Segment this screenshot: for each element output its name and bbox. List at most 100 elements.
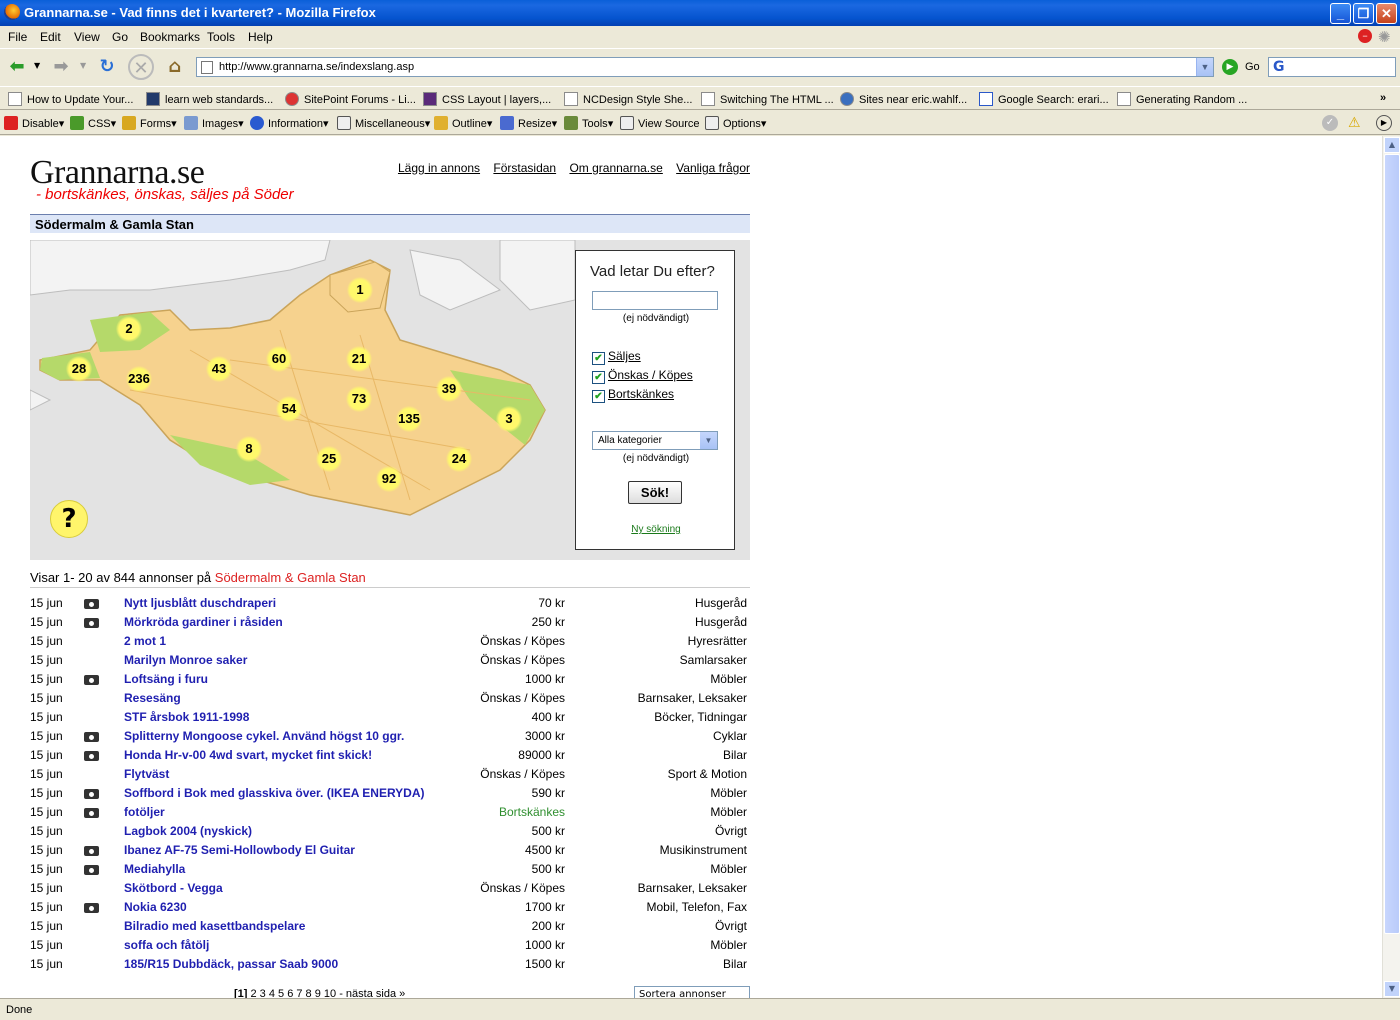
keyword-input[interactable] (592, 291, 718, 310)
maximize-button[interactable]: ❐ (1353, 3, 1374, 24)
validate-icon[interactable]: ✓ (1322, 115, 1338, 131)
checkbox-onskas[interactable]: ✔ Önskas / Köpes (592, 368, 693, 384)
listing-title[interactable]: soffa och fåtölj (124, 938, 209, 952)
help-icon[interactable]: ? (50, 500, 88, 538)
menu-bookmarks[interactable]: Bookmarks (140, 30, 200, 44)
listing-title[interactable]: 185/R15 Dubbdäck, passar Saab 9000 (124, 957, 338, 971)
map-pin[interactable]: 92 (376, 466, 402, 492)
map-pin[interactable]: 3 (496, 406, 522, 432)
menu-go[interactable]: Go (112, 30, 128, 44)
url-dropdown-icon[interactable]: ▼ (1196, 58, 1213, 76)
map-pin[interactable]: 1 (347, 277, 373, 303)
wd-disable[interactable]: Disable▾ (4, 116, 64, 130)
listing-title[interactable]: Honda Hr-v-00 4wd svart, mycket fint ski… (124, 748, 372, 762)
wd-css[interactable]: CSS▾ (70, 116, 116, 130)
wd-view-source[interactable]: View Source (620, 116, 700, 130)
stop-button[interactable]: ✕ (128, 54, 154, 80)
map-pin[interactable]: 236 (126, 366, 152, 392)
menu-tools[interactable]: Tools (207, 30, 235, 44)
url-bar[interactable]: http://www.grannarna.se/indexslang.asp ▼ (196, 57, 1214, 77)
new-search-link[interactable]: Ny sökning (576, 524, 736, 535)
map-pin[interactable]: 28 (66, 356, 92, 382)
bookmark-item[interactable]: Sites near eric.wahlf... (840, 92, 967, 106)
bookmark-item[interactable]: Google Search: erari... (979, 92, 1109, 106)
link-faq[interactable]: Vanliga frågor (676, 161, 750, 175)
checkbox-saljes[interactable]: ✔ Säljes (592, 349, 641, 365)
go-button[interactable]: Go (1245, 61, 1260, 73)
map-pin[interactable]: 8 (236, 436, 262, 462)
link-post-ad[interactable]: Lägg in annons (398, 161, 480, 175)
listing-title[interactable]: Soffbord i Bok med glasskiva över. (IKEA… (124, 786, 425, 800)
map-pin[interactable]: 43 (206, 356, 232, 382)
menu-view[interactable]: View (74, 30, 100, 44)
forward-dropdown-icon[interactable]: ▼ (80, 61, 86, 70)
reload-button[interactable]: ↻ (94, 54, 120, 80)
warning-icon[interactable]: ⚠ (1348, 114, 1361, 131)
listing-title[interactable]: Nokia 6230 (124, 900, 187, 914)
listing-title[interactable]: Resesäng (124, 691, 181, 705)
listing-title[interactable]: Bilradio med kasettbandspelare (124, 919, 305, 933)
bookmark-item[interactable]: Switching The HTML ... (701, 92, 834, 106)
link-home[interactable]: Förstasidan (493, 161, 556, 175)
listing-title[interactable]: Mörkröda gardiner i råsiden (124, 615, 283, 629)
search-button[interactable]: Sök! (628, 481, 682, 504)
link-about[interactable]: Om grannarna.se (569, 161, 662, 175)
listing-title[interactable]: fotöljer (124, 805, 165, 819)
listing-title[interactable]: Lagbok 2004 (nyskick) (124, 824, 252, 838)
vertical-scrollbar[interactable]: ▲ ▼ (1382, 136, 1400, 998)
wd-miscellaneous[interactable]: Miscellaneous▾ (337, 116, 430, 130)
wd-images[interactable]: Images▾ (184, 116, 244, 130)
listing-title[interactable]: Marilyn Monroe saker (124, 653, 247, 667)
menu-file[interactable]: File (8, 30, 27, 44)
bookmarks-overflow-icon[interactable]: » (1380, 92, 1386, 104)
area-map[interactable]: 1 2 28 236 43 60 21 73 54 135 39 3 8 25 … (30, 240, 750, 560)
menu-help[interactable]: Help (248, 30, 273, 44)
back-dropdown-icon[interactable]: ▼ (34, 61, 40, 70)
menu-edit[interactable]: Edit (40, 30, 61, 44)
wd-forms[interactable]: Forms▾ (122, 116, 177, 130)
listing-title[interactable]: Nytt ljusblått duschdraperi (124, 596, 276, 610)
map-pin[interactable]: 24 (446, 446, 472, 472)
listing-title[interactable]: Flytväst (124, 767, 169, 781)
results-area-link[interactable]: Södermalm & Gamla Stan (215, 570, 366, 585)
bookmark-item[interactable]: Generating Random ... (1117, 92, 1247, 106)
minimize-button[interactable]: _ (1330, 3, 1351, 24)
scroll-down-icon[interactable]: ▼ (1384, 981, 1400, 997)
wd-outline[interactable]: Outline▾ (434, 116, 492, 130)
map-pin[interactable]: 21 (346, 346, 372, 372)
bookmark-item[interactable]: NCDesign Style She... (564, 92, 692, 106)
home-button[interactable]: ⌂ (162, 54, 188, 80)
bookmark-item[interactable]: How to Update Your... (8, 92, 133, 106)
map-pin[interactable]: 25 (316, 446, 342, 472)
listing-title[interactable]: 2 mot 1 (124, 634, 166, 648)
wd-options[interactable]: Options▾ (705, 116, 766, 130)
listing-title[interactable]: Ibanez AF-75 Semi-Hollowbody El Guitar (124, 843, 355, 857)
category-select[interactable]: Alla kategorier ▼ (592, 431, 718, 450)
listing-title[interactable]: Skötbord - Vegga (124, 881, 223, 895)
bookmark-item[interactable]: learn web standards... (146, 92, 273, 106)
forward-button[interactable]: ➡ (48, 54, 74, 80)
page-links[interactable]: 2 3 4 5 6 7 8 9 10 - nästa sida » (247, 988, 406, 998)
map-pin[interactable]: 73 (346, 386, 372, 412)
wd-information[interactable]: Information▾ (250, 116, 329, 130)
scroll-up-icon[interactable]: ▲ (1384, 137, 1400, 153)
wd-tools[interactable]: Tools▾ (564, 116, 613, 130)
listing-title[interactable]: Splitterny Mongoose cykel. Använd högst … (124, 729, 404, 743)
play-icon[interactable]: ▶ (1376, 115, 1392, 131)
listing-title[interactable]: STF årsbok 1911-1998 (124, 710, 249, 724)
listing-title[interactable]: Loftsäng i furu (124, 672, 208, 686)
map-pin[interactable]: 54 (276, 396, 302, 422)
sort-select[interactable]: Sortera annonser (634, 986, 750, 998)
map-pin[interactable]: 39 (436, 376, 462, 402)
bookmark-item[interactable]: CSS Layout | layers,... (423, 92, 551, 106)
go-icon[interactable]: ▶ (1222, 59, 1238, 75)
url-text[interactable]: http://www.grannarna.se/indexslang.asp (219, 61, 414, 73)
map-pin[interactable]: 135 (396, 406, 422, 432)
back-button[interactable]: ⬅ (4, 54, 30, 80)
wd-resize[interactable]: Resize▾ (500, 116, 557, 130)
map-pin[interactable]: 2 (116, 316, 142, 342)
scroll-thumb[interactable] (1384, 154, 1400, 934)
close-button[interactable]: ✕ (1376, 3, 1397, 24)
map-pin[interactable]: 60 (266, 346, 292, 372)
checkbox-bortskankes[interactable]: ✔ Bortskänkes (592, 387, 674, 403)
